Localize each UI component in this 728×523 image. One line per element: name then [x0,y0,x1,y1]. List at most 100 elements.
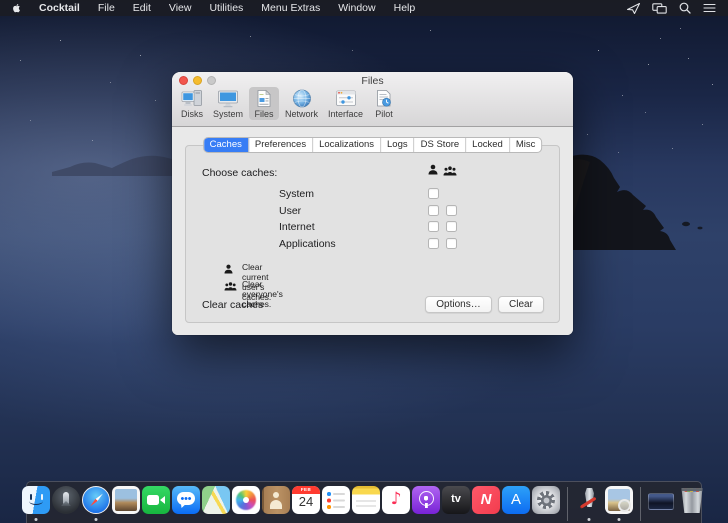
toolbar-label: Interface [328,109,363,119]
network-globe-icon [291,89,313,108]
contacts-dock-icon[interactable] [262,486,290,523]
toolbar-item-files[interactable]: Files [249,87,279,120]
checkbox-applications-everyone[interactable] [446,238,457,249]
running-indicator [95,518,98,521]
window-chrome: Files Disks [172,72,573,127]
checkbox-system-current-user[interactable] [428,188,439,199]
toolbar-label: Disks [181,109,203,119]
toolbar-item-interface[interactable]: Interface [324,87,367,120]
menu-view[interactable]: View [160,2,201,14]
choose-caches-label: Choose caches: [202,167,277,179]
cocktail-dock-icon[interactable] [575,486,603,523]
system-icon [217,89,239,108]
finder-dock-icon[interactable] [22,486,50,523]
reminders-dock-icon[interactable] [322,486,350,523]
news-dock-icon[interactable]: N [472,486,500,523]
cache-row-internet: Internet [186,219,559,236]
window-content: CachesPreferencesLocalizationsLogsDS Sto… [172,127,573,335]
pilot-icon [373,89,395,108]
running-indicator [618,518,621,521]
window-title: Files [172,75,573,87]
menu-help[interactable]: Help [385,2,425,14]
menu-window[interactable]: Window [329,2,384,14]
launchpad-dock-icon[interactable] [52,486,80,523]
messages-dock-icon[interactable] [172,486,200,523]
toolbar-label: Pilot [375,109,393,119]
screen: CocktailFileEditViewUtilitiesMenu Extras… [0,0,728,523]
toolbar: Disks System [177,87,399,120]
checkbox-internet-everyone[interactable] [446,221,457,232]
cache-row-label: System [279,188,314,200]
menu-edit[interactable]: Edit [124,2,160,14]
toolbar-item-system[interactable]: System [209,87,247,120]
toolbar-item-pilot[interactable]: Pilot [369,87,399,120]
cache-row-system: System [186,186,559,203]
clear-button[interactable]: Clear [498,296,544,313]
trash-dock-icon[interactable] [678,486,706,523]
checkbox-internet-current-user[interactable] [428,221,439,232]
menu-file[interactable]: File [89,2,124,14]
cache-rows: System User Internet Applications [186,186,559,252]
tab-logs[interactable]: Logs [381,138,415,152]
checkbox-user-everyone[interactable] [446,205,457,216]
group-icon [443,163,457,181]
running-indicator [35,518,38,521]
running-indicator [588,518,591,521]
preview-dock-icon[interactable] [112,486,140,523]
disks-icon [181,89,203,108]
facetime-dock-icon[interactable] [142,486,170,523]
checkbox-applications-current-user[interactable] [428,238,439,249]
tv-dock-icon[interactable]: tv [442,486,470,523]
photos-dock-icon[interactable] [232,486,260,523]
menu-utilities[interactable]: Utilities [200,2,252,14]
maps-dock-icon[interactable] [202,486,230,523]
tab-locked[interactable]: Locked [466,138,510,152]
system-preferences-dock-icon[interactable] [532,486,560,523]
apple-menu[interactable] [0,0,30,16]
send-icon[interactable] [627,3,640,14]
cache-row-user: User [186,203,559,220]
cache-row-label: Internet [279,221,315,233]
music-dock-icon[interactable]: ♪ [382,486,410,523]
toolbar-item-network[interactable]: Network [281,87,322,120]
menu-bar: CocktailFileEditViewUtilitiesMenu Extras… [0,0,728,16]
interface-icon [335,89,357,108]
dock: FEB24 ♪ tvNA [26,481,702,523]
spotlight-search-icon[interactable] [679,2,691,14]
checkbox-user-current-user[interactable] [428,205,439,216]
group-icon [224,278,237,296]
podcasts-dock-icon[interactable] [412,486,440,523]
dock-separator [640,487,641,521]
files-icon [253,89,275,108]
tab-preferences[interactable]: Preferences [249,138,313,152]
minimized-window-dock-icon[interactable] [648,486,676,523]
image-viewer-dock-icon[interactable] [605,486,633,523]
cache-row-label: User [279,205,301,217]
clear-caches-label: Clear caches [202,299,263,311]
toolbar-label: Files [255,109,274,119]
displays-icon[interactable] [652,3,667,14]
appstore-dock-icon[interactable]: A [502,486,530,523]
menu-cocktail[interactable]: Cocktail [30,2,89,14]
single-user-icon [428,162,438,180]
dock-separator [567,487,568,521]
caches-panel: Choose caches: System User Internet Applica… [185,145,560,323]
tab-misc[interactable]: Misc [510,138,542,152]
tab-ds-store[interactable]: DS Store [415,138,467,152]
cache-row-applications: Applications [186,236,559,253]
calendar-dock-icon[interactable]: FEB24 [292,486,320,523]
menu-menu-extras[interactable]: Menu Extras [252,2,329,14]
tab-bar: CachesPreferencesLocalizationsLogsDS Sto… [203,137,543,153]
toolbar-label: Network [285,109,318,119]
tab-caches[interactable]: Caches [204,138,249,152]
notification-list-icon[interactable] [703,3,716,13]
notes-dock-icon[interactable] [352,486,380,523]
tab-localizations[interactable]: Localizations [313,138,381,152]
options-button[interactable]: Options… [425,296,492,313]
toolbar-item-disks[interactable]: Disks [177,87,207,120]
safari-dock-icon[interactable] [82,486,110,523]
cache-row-label: Applications [279,238,336,250]
toolbar-label: System [213,109,243,119]
cocktail-files-window: Files Disks [172,72,573,335]
apple-logo-icon [12,3,21,14]
